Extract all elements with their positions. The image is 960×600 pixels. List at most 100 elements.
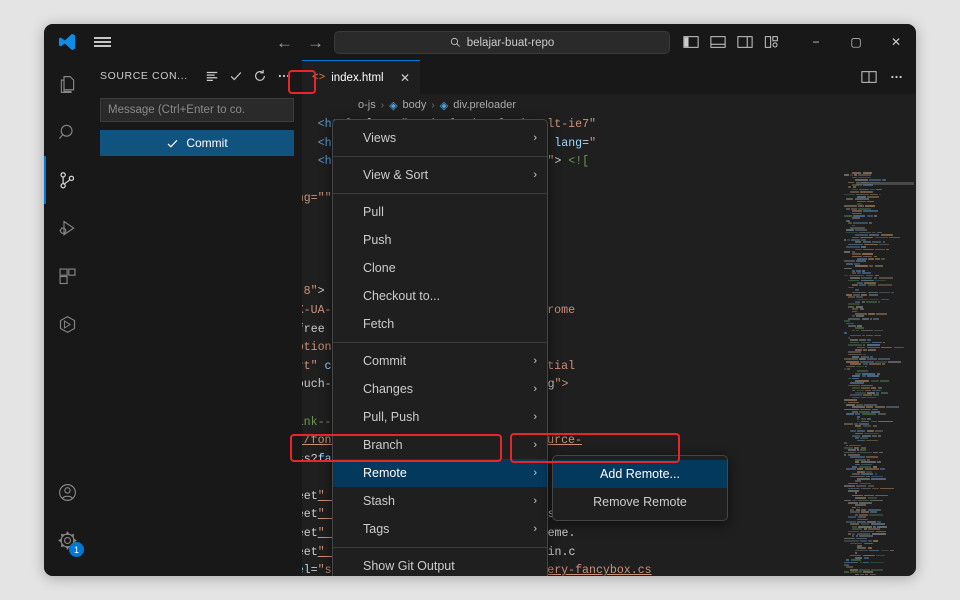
minimize-button[interactable]: − (796, 24, 836, 60)
symbol-icon: ◈ (439, 99, 449, 112)
chevron-right-icon: › (533, 523, 537, 535)
quick-search-value: belajar-buat-repo (466, 36, 555, 49)
menu-item-changes[interactable]: Changes › (333, 375, 547, 403)
menu-item-label: Show Git Output (363, 559, 455, 573)
commit-message-input[interactable]: Message (Ctrl+Enter to co. (100, 98, 294, 122)
activity-item-run-and-debug[interactable] (44, 204, 90, 252)
navigation-arrows: ← → (276, 24, 324, 60)
menu-item-label: Stash (363, 494, 395, 508)
activity-item-search[interactable] (44, 108, 90, 156)
search-icon (58, 124, 73, 139)
hamburger-menu-icon[interactable] (88, 29, 116, 55)
symbol-icon: ◈ (389, 99, 398, 112)
chevron-right-icon: › (533, 169, 537, 181)
minimap[interactable] (842, 172, 904, 576)
tab-label: index.html (331, 71, 384, 84)
menu-item-clone[interactable]: Clone (333, 254, 547, 282)
breadcrumb-item-1[interactable]: body (403, 99, 427, 111)
source-control-sidebar: SOURCE CON... Message (Ctrl+Enter to co.… (90, 60, 302, 576)
commit-button-label: Commit (186, 136, 228, 150)
menu-item-label: Commit (363, 354, 407, 368)
source-control-icon (59, 171, 74, 188)
activity-item-explorer[interactable] (44, 60, 90, 108)
breadcrumb: o-js › ◈ body › ◈ div.preloader (302, 94, 916, 116)
quick-search-input[interactable]: belajar-buat-repo (334, 31, 670, 54)
title-bar: ← → belajar-buat-repo − ▢ ✕ (44, 24, 916, 60)
menu-item-remote[interactable]: Remote › (333, 459, 547, 487)
submenu-item-remove-remote[interactable]: Remove Remote (553, 488, 727, 516)
search-icon (450, 37, 460, 47)
chevron-right-icon: › (533, 439, 537, 451)
menu-item-views[interactable]: Views › (333, 124, 547, 152)
toggle-secondary-sidebar-icon[interactable] (737, 35, 753, 49)
activity-bar: 1 (44, 60, 90, 576)
chevron-right-icon: › (533, 467, 537, 479)
extensions-icon (58, 267, 76, 284)
check-icon (167, 139, 178, 148)
toggle-panel-icon[interactable] (710, 35, 726, 49)
chevron-right-icon: › (533, 411, 537, 423)
maximize-button[interactable]: ▢ (836, 24, 876, 60)
menu-item-show-git-output[interactable]: Show Git Output (333, 552, 547, 576)
menu-item-label: Branch (363, 438, 403, 452)
run-debug-icon (59, 219, 75, 236)
close-button[interactable]: ✕ (876, 24, 916, 60)
activity-item-accounts[interactable] (44, 468, 90, 516)
menu-item-branch[interactable]: Branch › (333, 431, 547, 459)
menu-item-label: Fetch (363, 317, 395, 331)
more-actions-icon[interactable] (272, 64, 296, 88)
menu-item-fetch[interactable]: Fetch (333, 310, 547, 338)
activity-item-remote-explorer[interactable] (44, 300, 90, 348)
menu-item-label: Clone (363, 261, 396, 275)
layout-toggle-group (683, 35, 780, 49)
git-actions-context-menu[interactable]: Views › View & Sort › Pull Push Clone Checkout … (332, 119, 548, 576)
menu-item-pull[interactable]: Pull (333, 198, 547, 226)
vscode-logo-icon (54, 29, 80, 55)
activity-item-extensions[interactable] (44, 252, 90, 300)
menu-separator (333, 193, 547, 194)
forward-arrow-icon[interactable]: → (307, 34, 324, 51)
more-actions-icon[interactable] (889, 70, 904, 84)
remote-submenu[interactable]: Add Remote... Remove Remote (552, 455, 728, 521)
back-arrow-icon[interactable]: ← (276, 34, 293, 51)
menu-item-label: Tags (363, 522, 390, 536)
chevron-right-icon: › (533, 383, 537, 395)
menu-item-label: Views (363, 131, 397, 145)
chevron-right-icon: › (533, 355, 537, 367)
editor-actions (861, 60, 916, 94)
menu-item-label: Changes (363, 382, 414, 396)
split-editor-icon[interactable] (861, 70, 877, 84)
manage-badge: 1 (69, 542, 84, 557)
html-file-icon: <> (312, 71, 326, 84)
menu-item-pull-push[interactable]: Pull, Push › (333, 403, 547, 431)
breadcrumb-separator: › (431, 99, 435, 111)
submenu-item-add-remote[interactable]: Add Remote... (553, 460, 727, 488)
breadcrumb-item-0[interactable]: o-js (358, 99, 376, 111)
minimap-scrollbar[interactable] (856, 182, 914, 185)
view-as-list-icon[interactable] (200, 64, 224, 88)
vscode-window: ← → belajar-buat-repo − ▢ ✕ 1 SOURCE CON… (44, 24, 916, 576)
tab-index-html[interactable]: <> index.html ✕ (302, 60, 420, 94)
commit-button[interactable]: Commit (100, 130, 294, 156)
activity-item-manage[interactable]: 1 (44, 516, 90, 564)
menu-item-tags[interactable]: Tags › (333, 515, 547, 543)
toggle-primary-sidebar-icon[interactable] (683, 35, 699, 49)
window-controls: − ▢ ✕ (683, 24, 916, 60)
menu-item-stash[interactable]: Stash › (333, 487, 547, 515)
chevron-right-icon: › (533, 495, 537, 507)
menu-item-commit[interactable]: Commit › (333, 347, 547, 375)
files-icon (60, 75, 74, 93)
tab-close-icon[interactable]: ✕ (400, 71, 410, 85)
refresh-icon[interactable] (248, 64, 272, 88)
menu-item-label: Checkout to... (363, 289, 441, 303)
activity-item-source-control[interactable] (44, 156, 90, 204)
customize-layout-icon[interactable] (764, 35, 780, 49)
menu-item-push[interactable]: Push (333, 226, 547, 254)
screenshot-root: ← → belajar-buat-repo − ▢ ✕ 1 SOURCE CON… (0, 0, 960, 600)
commit-message-placeholder: Message (Ctrl+Enter to co. (108, 104, 246, 116)
remote-hexagon-icon (59, 315, 75, 333)
commit-check-icon[interactable] (224, 64, 248, 88)
breadcrumb-item-2[interactable]: div.preloader (453, 99, 516, 111)
menu-item-checkout-to[interactable]: Checkout to... (333, 282, 547, 310)
menu-item-view-sort[interactable]: View & Sort › (333, 161, 547, 189)
